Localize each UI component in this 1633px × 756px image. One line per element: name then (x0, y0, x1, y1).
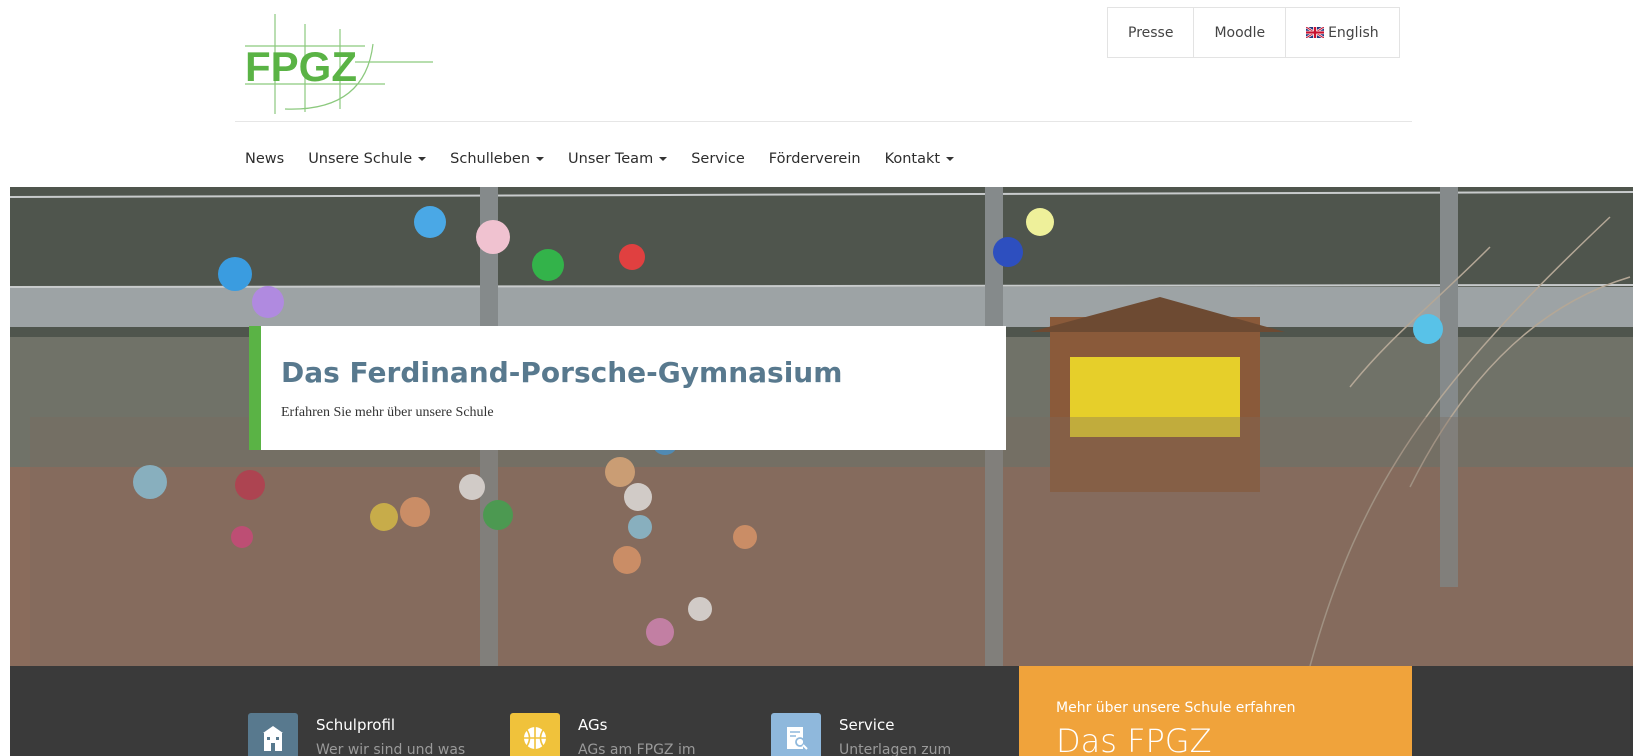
feature-service[interactable]: Service Unterlagen zum (771, 713, 951, 756)
caret-down-icon (536, 157, 545, 161)
main-nav: News Unsere Schule Schulleben Unser Team… (245, 142, 978, 176)
logo-text: FPGZ (245, 43, 357, 90)
basketball-icon (510, 713, 560, 756)
nav-item-service[interactable]: Service (691, 151, 745, 167)
feature-desc: AGs am FPGZ im (578, 742, 696, 756)
hero-card[interactable]: Das Ferdinand-Porsche-Gymnasium Erfahren… (249, 326, 1006, 450)
school-building-icon (248, 713, 298, 756)
nav-item-kontakt[interactable]: Kontakt (885, 151, 955, 167)
hero-title: Das Ferdinand-Porsche-Gymnasium (281, 356, 843, 389)
feature-title: AGs (578, 716, 608, 734)
top-link-label: Presse (1128, 24, 1174, 41)
feature-title: Service (839, 716, 895, 734)
header-divider (235, 121, 1412, 122)
feature-desc: Unterlagen zum (839, 742, 952, 756)
site-logo[interactable]: FPGZ (245, 14, 435, 114)
promo-box[interactable]: Mehr über unsere Schule erfahren Das FPG… (1019, 666, 1412, 756)
nav-item-label: Förderverein (768, 151, 861, 167)
top-links: Presse Moodle English (1107, 7, 1400, 58)
feature-desc: Wer wir sind und was (316, 742, 466, 756)
top-link-english[interactable]: English (1286, 8, 1399, 57)
nav-item-label: Service (691, 151, 745, 167)
nav-item-news[interactable]: News (245, 151, 284, 167)
caret-down-icon (659, 157, 668, 161)
nav-item-schulleben[interactable]: Schulleben (450, 151, 545, 167)
nav-item-unsere-schule[interactable]: Unsere Schule (308, 151, 427, 167)
fpgz-logo-graphic: FPGZ (245, 14, 433, 114)
nav-item-foerderverein[interactable]: Förderverein (769, 151, 861, 167)
top-link-moodle[interactable]: Moodle (1194, 8, 1287, 57)
nav-item-label: Unser Team (568, 151, 654, 167)
hero-subtitle: Erfahren Sie mehr über unsere Schule (281, 405, 494, 420)
caret-down-icon (946, 157, 955, 161)
top-link-label: English (1328, 24, 1379, 41)
feature-schulprofil[interactable]: Schulprofil Wer wir sind und was (248, 713, 465, 756)
nav-item-label: Kontakt (884, 151, 941, 167)
nav-item-unser-team[interactable]: Unser Team (568, 151, 668, 167)
hero-banner: Das Ferdinand-Porsche-Gymnasium Erfahren… (10, 187, 1633, 666)
nav-item-label: Schulleben (450, 151, 531, 167)
promo-subtitle: Mehr über unsere Schule erfahren (1056, 700, 1296, 716)
nav-item-label: Unsere Schule (308, 151, 413, 167)
feature-ags[interactable]: AGs AGs am FPGZ im (510, 713, 696, 756)
document-search-icon (771, 713, 821, 756)
top-link-presse[interactable]: Presse (1108, 8, 1195, 57)
feature-title: Schulprofil (316, 716, 396, 734)
uk-flag-icon (1306, 27, 1325, 38)
nav-item-label: News (245, 151, 285, 167)
caret-down-icon (418, 157, 427, 161)
top-link-label: Moodle (1214, 24, 1266, 41)
promo-title: Das FPGZ (1056, 722, 1212, 756)
